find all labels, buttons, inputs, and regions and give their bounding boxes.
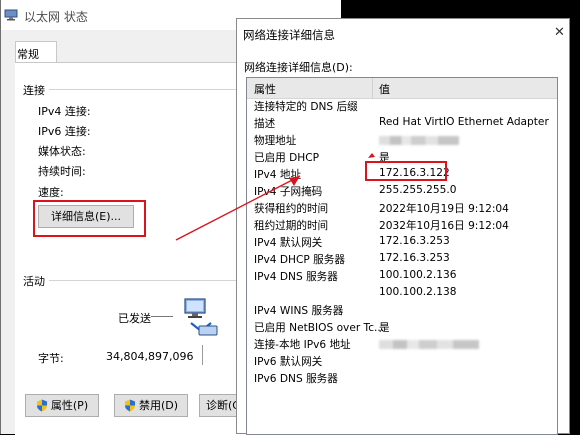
properties-button-label: 属性(P) bbox=[50, 399, 89, 412]
list-item[interactable]: 已启用 NetBIOS over Tc... 是 bbox=[247, 319, 557, 336]
detail-property: IPv4 DNS 服务器 bbox=[254, 271, 338, 283]
detail-property: IPv6 默认网关 bbox=[254, 356, 323, 368]
list-item[interactable]: IPv6 DNS 服务器 bbox=[247, 370, 557, 387]
list-item[interactable]: 连接特定的 DNS 后缀 bbox=[247, 98, 557, 115]
ipv4-connectivity-label: IPv4 连接: bbox=[38, 105, 91, 118]
detail-value: 255.255.255.0 bbox=[379, 184, 457, 196]
detail-property: IPv4 地址 bbox=[254, 169, 302, 181]
speed-label: 速度: bbox=[38, 186, 64, 199]
status-window-title: 以太网 状态 bbox=[24, 10, 88, 24]
detail-value: 172.16.3.253 bbox=[379, 252, 450, 264]
close-icon[interactable]: ✕ bbox=[554, 25, 565, 40]
column-header-property[interactable]: 属性 bbox=[254, 81, 276, 97]
detail-value: 172.16.3.253 bbox=[379, 235, 450, 247]
network-connection-details-dialog: 网络连接详细信息 ✕ 网络连接详细信息(D): 属性 值 连接特定的 DNS 后… bbox=[236, 18, 570, 435]
bytes-divider bbox=[202, 345, 203, 365]
detail-value: Red Hat VirtIO Ethernet Adapter bbox=[379, 116, 549, 128]
detail-value: 是 bbox=[379, 322, 390, 334]
detail-value: 2022年10月19日 9:12:04 bbox=[379, 203, 509, 215]
bytes-label: 字节: bbox=[38, 352, 64, 365]
blurred-mac-address bbox=[379, 136, 459, 145]
list-item[interactable]: IPv6 默认网关 bbox=[247, 353, 557, 370]
sent-dash bbox=[151, 316, 173, 317]
detail-property: IPv4 WINS 服务器 bbox=[254, 305, 344, 317]
sent-label: 已发送 bbox=[118, 312, 151, 325]
detail-property: 已启用 DHCP bbox=[254, 152, 320, 164]
detail-property: IPv6 DNS 服务器 bbox=[254, 373, 338, 385]
detail-property: 已启用 NetBIOS over Tc... bbox=[254, 322, 385, 334]
detail-property: IPv4 默认网关 bbox=[254, 237, 323, 249]
detail-property: 租约过期的时间 bbox=[254, 220, 329, 232]
list-item[interactable]: 100.100.2.138 bbox=[247, 285, 557, 302]
detail-property: IPv4 子网掩码 bbox=[254, 186, 323, 198]
list-item[interactable]: IPv4 默认网关 172.16.3.253 bbox=[247, 234, 557, 251]
connection-section-title: 连接 bbox=[23, 84, 45, 97]
disable-button[interactable]: 禁用(D) bbox=[114, 394, 188, 417]
list-item[interactable]: 租约过期的时间 2032年10月16日 9:12:04 bbox=[247, 217, 557, 234]
blurred-ipv6-address bbox=[379, 340, 479, 349]
ipv4-address-highlight-box bbox=[365, 161, 447, 181]
list-item[interactable]: IPv4 WINS 服务器 bbox=[247, 302, 557, 319]
details-list-label: 网络连接详细信息(D): bbox=[244, 61, 353, 74]
activity-section-divider bbox=[49, 280, 239, 281]
list-item[interactable]: IPv4 DHCP 服务器 172.16.3.253 bbox=[247, 251, 557, 268]
detail-property: 连接-本地 IPv6 地址 bbox=[254, 339, 351, 351]
network-activity-icon bbox=[184, 298, 218, 336]
details-list-view[interactable]: 属性 值 连接特定的 DNS 后缀 描述 Red Hat VirtIO Ethe… bbox=[246, 77, 558, 435]
properties-button[interactable]: 属性(P) bbox=[25, 394, 99, 417]
ipv6-connectivity-label: IPv6 连接: bbox=[38, 125, 91, 138]
details-button[interactable]: 详细信息(E)... bbox=[38, 205, 134, 228]
list-item[interactable]: IPv4 子网掩码 255.255.255.0 bbox=[247, 183, 557, 200]
list-item[interactable]: IPv4 DNS 服务器 100.100.2.136 bbox=[247, 268, 557, 285]
list-item[interactable]: 连接-本地 IPv6 地址 bbox=[247, 336, 557, 353]
uac-shield-icon bbox=[124, 399, 135, 412]
column-divider[interactable] bbox=[372, 78, 373, 98]
network-adapter-icon bbox=[4, 9, 18, 21]
bytes-sent-value: 34,804,897,096 bbox=[106, 350, 194, 363]
list-header: 属性 值 bbox=[247, 78, 557, 99]
detail-value: 100.100.2.136 bbox=[379, 269, 457, 281]
detail-property: 描述 bbox=[254, 118, 276, 130]
uac-shield-icon bbox=[36, 399, 47, 412]
list-item[interactable]: 获得租约的时间 2022年10月19日 9:12:04 bbox=[247, 200, 557, 217]
list-item[interactable]: 物理地址 bbox=[247, 132, 557, 149]
tab-general[interactable]: 常规 bbox=[15, 41, 57, 64]
duration-label: 持续时间: bbox=[38, 165, 86, 178]
detail-value: 100.100.2.138 bbox=[379, 286, 457, 298]
column-header-value[interactable]: 值 bbox=[379, 81, 390, 97]
disable-button-label: 禁用(D) bbox=[138, 399, 179, 412]
detail-property: 物理地址 bbox=[254, 135, 297, 147]
detail-property: 获得租约的时间 bbox=[254, 203, 329, 215]
media-state-label: 媒体状态: bbox=[38, 145, 86, 158]
list-item[interactable]: 描述 Red Hat VirtIO Ethernet Adapter bbox=[247, 115, 557, 132]
detail-property: IPv4 DHCP 服务器 bbox=[254, 254, 345, 266]
details-dialog-title: 网络连接详细信息 bbox=[243, 28, 335, 42]
connection-section-divider bbox=[49, 89, 239, 90]
detail-value: 2032年10月16日 9:12:04 bbox=[379, 220, 509, 232]
detail-property: 连接特定的 DNS 后缀 bbox=[254, 101, 358, 113]
tab-general-label: 常规 bbox=[17, 48, 39, 61]
activity-section-title: 活动 bbox=[23, 275, 45, 288]
